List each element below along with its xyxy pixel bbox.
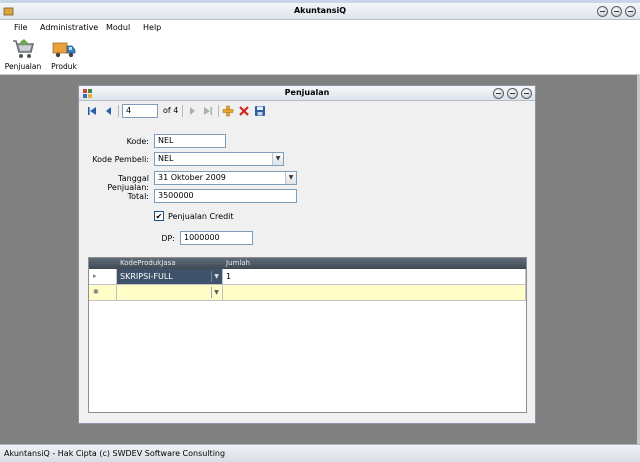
menu-file[interactable]: File (14, 23, 27, 32)
move-previous-icon[interactable] (103, 105, 115, 117)
total-label: Total: (127, 192, 149, 201)
status-text: AkuntansiQ - Hak Cipta (c) SWDEV Softwar… (4, 449, 226, 458)
status-bar: AkuntansiQ - Hak Cipta (c) SWDEV Softwar… (0, 444, 640, 462)
produk-tool-label: Produk (51, 62, 77, 71)
kode-pembeli-combobox[interactable]: NEL ▼ (154, 152, 284, 166)
kode-label: Kode: (126, 137, 149, 146)
child-maximize-button[interactable] (507, 88, 518, 99)
nav-separator (182, 105, 183, 117)
menu-modul[interactable]: Modul (106, 23, 130, 32)
record-count-label: of 4 (163, 106, 179, 115)
delivery-truck-icon (52, 42, 76, 58)
menu-help[interactable]: Help (143, 23, 161, 32)
column-header-jumlah[interactable]: Jumlah (226, 259, 250, 267)
delete-icon[interactable] (238, 105, 250, 117)
penjualan-window: Penjualan 4 of 4 Kode: NEL Kode Pembeli:… (78, 85, 536, 424)
nav-separator (218, 105, 219, 117)
penjualan-tool-label: Penjualan (4, 62, 42, 71)
penjualan-credit-label: Penjualan Credit (168, 212, 234, 221)
penjualan-credit-checkbox[interactable]: ✔ (154, 211, 164, 221)
menu-modul-label: Modul (106, 23, 131, 32)
chevron-down-icon[interactable]: ▼ (285, 172, 296, 184)
kode-pembeli-label: Kode Pembeli: (92, 155, 149, 164)
table-row[interactable]: ▸ SKRIPSI-FULL ▼ 1 (89, 269, 526, 285)
move-first-icon[interactable] (86, 105, 98, 117)
kode-pembeli-value: NEL (158, 154, 174, 163)
toolbar: Penjualan Produk (0, 35, 640, 75)
menu-bar: File Administrative Modul Help (0, 20, 640, 35)
menu-help-label: Help (143, 23, 162, 32)
save-icon[interactable] (254, 105, 266, 117)
binding-navigator: 4 of 4 (79, 102, 535, 120)
grid-header: KodeProdukJasa Jumlah (89, 258, 526, 269)
dp-input[interactable]: 1000000 (180, 231, 253, 245)
close-button[interactable] (625, 6, 636, 17)
column-header-kodeprodukjasa[interactable]: KodeProdukJasa (120, 259, 176, 267)
main-window-title: AkuntansiQ (293, 6, 347, 15)
chevron-down-icon[interactable]: ▼ (211, 271, 221, 282)
maximize-button[interactable] (611, 6, 622, 17)
move-next-icon[interactable] (186, 105, 198, 117)
kodeprodukjasa-new-cell[interactable]: ▼ (117, 285, 223, 301)
total-input[interactable]: 3500000 (154, 189, 297, 203)
tanggal-penjualan-value: 31 Oktober 2009 (158, 173, 226, 182)
new-row-selector[interactable]: ✱ (89, 285, 117, 301)
child-minimize-button[interactable] (493, 88, 504, 99)
table-row-new[interactable]: ✱ ▼ (89, 285, 526, 301)
minimize-button[interactable] (597, 6, 608, 17)
jumlah-new-cell[interactable] (223, 285, 526, 301)
produk-tool-button[interactable]: Produk (44, 37, 84, 71)
move-last-icon[interactable] (202, 105, 214, 117)
menu-administrative[interactable]: Administrative (40, 23, 98, 32)
penjualan-tool-button[interactable]: Penjualan (3, 37, 43, 71)
dp-label: DP: (161, 234, 175, 243)
add-new-icon[interactable] (222, 105, 234, 117)
nav-separator (118, 105, 119, 117)
penjualan-title-bar: Penjualan (79, 86, 535, 101)
position-input[interactable]: 4 (122, 104, 158, 118)
row-selector[interactable]: ▸ (89, 269, 117, 285)
menu-administrative-label: Administrative (40, 23, 99, 32)
kodeprodukjasa-cell[interactable]: SKRIPSI-FULL ▼ (117, 269, 223, 285)
kode-input[interactable]: NEL (154, 134, 226, 148)
tanggal-penjualan-datepicker[interactable]: 31 Oktober 2009 ▼ (154, 171, 297, 185)
penjualan-window-title: Penjualan (284, 88, 330, 97)
chevron-down-icon[interactable]: ▼ (211, 287, 221, 298)
kodeprodukjasa-value: SKRIPSI-FULL (120, 272, 173, 281)
jumlah-cell[interactable]: 1 (223, 269, 526, 285)
tanggal-penjualan-label: Tanggal Penjualan: (107, 174, 149, 192)
shopping-cart-icon (13, 39, 35, 58)
child-close-button[interactable] (521, 88, 532, 99)
chevron-down-icon[interactable]: ▼ (272, 153, 283, 165)
menu-file-label: File (14, 23, 28, 32)
detail-grid[interactable]: KodeProdukJasa Jumlah ▸ SKRIPSI-FULL ▼ 1… (88, 257, 527, 413)
main-title-bar: AkuntansiQ (0, 3, 640, 20)
